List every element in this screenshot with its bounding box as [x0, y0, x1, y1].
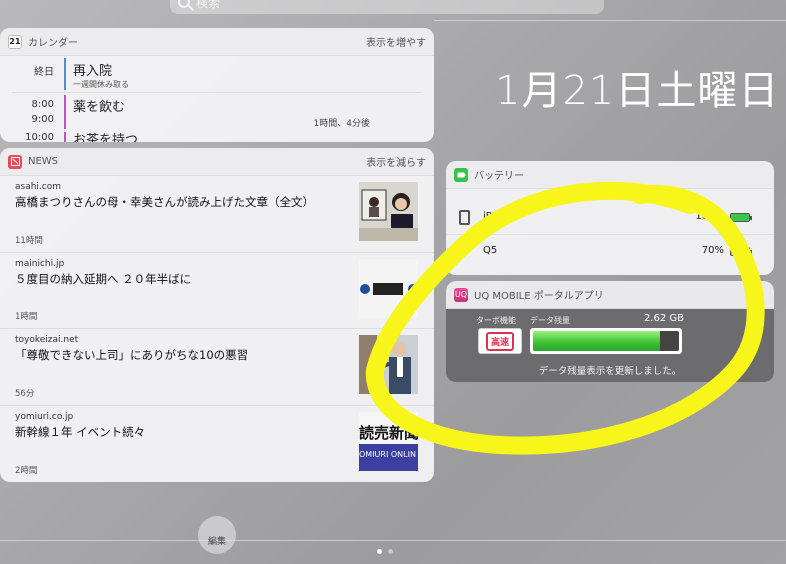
uq-header: UQ UQ MOBILE ポータルアプリ: [446, 281, 774, 309]
calendar-event[interactable]: 終日 再入院 一週間休み取る: [0, 56, 434, 92]
search-field[interactable]: 検索: [170, 0, 604, 14]
divider-bottom: [0, 540, 786, 541]
news-header: NEWS 表示を減らす: [0, 148, 434, 176]
news-source: mainichi.jp: [15, 258, 65, 269]
news-source: asahi.com: [15, 182, 62, 192]
event-color-bar: [64, 58, 66, 90]
news-source: yomiuri.co.jp: [15, 411, 74, 422]
news-thumbnail: [359, 182, 418, 241]
page-indicator[interactable]: [377, 549, 393, 554]
calendar-header: 21 カレンダー 表示を増やす: [0, 28, 434, 56]
event-title: お茶を持つ: [73, 133, 139, 142]
date-display: 1月21日土曜日: [495, 68, 780, 114]
calendar-event[interactable]: 10:00 お茶を持つ: [0, 130, 434, 142]
search-placeholder: 検索: [196, 0, 221, 10]
page-dot: [388, 549, 393, 554]
battery-device-row: iPad 100%: [446, 201, 774, 235]
event-color-bar: [64, 132, 66, 142]
news-headline: 新幹線１年 イベント続々: [15, 424, 146, 439]
battery-percent: 100%: [695, 211, 724, 222]
device-name: Q5: [483, 245, 498, 256]
data-remaining-meter: [530, 328, 682, 354]
event-duration: 1時間、4分後: [313, 119, 370, 129]
battery-device-row: ᛒ Q5 70%: [446, 235, 774, 269]
edit-button[interactable]: 編集: [198, 516, 236, 554]
news-time: 11時間: [15, 235, 43, 246]
data-remaining-label: データ残量: [530, 316, 570, 325]
turbo-toggle[interactable]: 高速: [478, 328, 522, 354]
battery-widget: バッテリー iPad 100% ᛒ Q5 70%: [446, 161, 774, 275]
calendar-title: カレンダー: [28, 38, 78, 49]
news-thumbnail: [359, 335, 418, 394]
uq-mobile-widget: UQ UQ MOBILE ポータルアプリ ターボ機能 データ残量 2.62 GB…: [446, 281, 774, 382]
event-end-time: 9:00: [31, 114, 54, 125]
news-headline: 高橋まつりさんの母・幸美さんが読み上げた文章（全文）: [15, 195, 314, 209]
news-item[interactable]: mainichi.jp ５度目の納入延期へ ２０年半ばに 1時間: [0, 253, 434, 329]
edit-label: 編集: [207, 537, 226, 547]
news-thumbnail: [359, 258, 418, 318]
search-icon: [178, 0, 190, 8]
news-headline: 「尊敬できない上司」にありがちな10の悪習: [15, 348, 249, 362]
news-time: 1時間: [15, 312, 38, 322]
page-dot-active: [377, 549, 382, 554]
news-time: 2時間: [15, 466, 38, 476]
news-source: toyokeizai.net: [15, 335, 79, 345]
uq-title: UQ MOBILE ポータルアプリ: [474, 291, 604, 302]
news-headline: ５度目の納入延期へ ２０年半ばに: [15, 271, 192, 286]
news-item[interactable]: toyokeizai.net 「尊敬できない上司」にありがちな10の悪習 56分: [0, 329, 434, 406]
news-thumbnail: 読売新聞 OMIURI ONLIN: [359, 411, 418, 471]
yomiuri-logo-banner: OMIURI ONLIN: [359, 443, 418, 471]
news-title: NEWS: [28, 156, 59, 167]
news-time: 56分: [15, 388, 35, 399]
calendar-icon: 21: [8, 34, 22, 49]
data-remaining-value: 2.62 GB: [643, 313, 684, 324]
divider-top: [434, 20, 786, 21]
turbo-speed-button[interactable]: 高速: [485, 331, 514, 351]
bluetooth-icon: ᛒ: [461, 245, 468, 258]
calendar-event[interactable]: 8:00 9:00 薬を飲む 1時間、4分後: [0, 92, 434, 130]
event-time: 終日: [34, 67, 54, 78]
news-item[interactable]: yomiuri.co.jp 新幹線１年 イベント続々 2時間 読売新聞 OMIU…: [0, 406, 434, 483]
news-item[interactable]: asahi.com 高橋まつりさんの母・幸美さんが読み上げた文章（全文） 11時…: [0, 176, 434, 253]
uq-app-icon: UQ: [454, 287, 468, 302]
battery-gauge: [730, 213, 752, 222]
event-color-bar: [64, 95, 66, 129]
yomiuri-logo-text: 読売新聞: [359, 423, 418, 442]
news-widget: NEWS 表示を減らす asahi.com 高橋まつりさんの母・幸美さんが読み上…: [0, 148, 434, 482]
show-more-button[interactable]: 表示を増やす: [366, 34, 426, 49]
turbo-label: ターボ機能: [476, 316, 516, 325]
device-name: iPad: [483, 211, 504, 222]
news-app-icon: [8, 154, 22, 169]
show-less-button[interactable]: 表示を減らす: [366, 154, 426, 169]
battery-title: バッテリー: [474, 171, 524, 182]
battery-gauge: [730, 247, 752, 256]
calendar-widget: 21 カレンダー 表示を増やす 終日 再入院 一週間休み取る 8:00 9:00…: [0, 28, 434, 142]
event-start-time: 8:00: [31, 99, 54, 110]
battery-header: バッテリー: [446, 161, 774, 189]
battery-percent: 70%: [701, 245, 724, 256]
ipad-icon: [459, 210, 470, 225]
uq-status-message: データ残量表示を更新しました。: [538, 366, 682, 377]
event-time: 10:00: [25, 132, 54, 142]
battery-app-icon: [454, 167, 468, 182]
event-title: 再入院: [73, 64, 113, 79]
event-subtitle: 一週間休み取る: [73, 80, 129, 89]
event-title: 薬を飲む: [73, 100, 126, 115]
